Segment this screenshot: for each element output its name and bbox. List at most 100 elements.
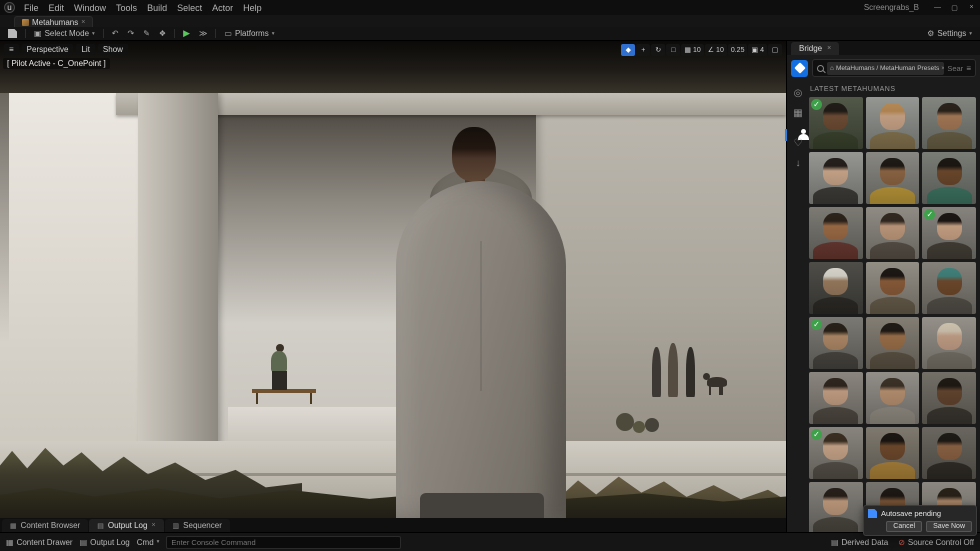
- metahuman-thumbnail[interactable]: [922, 262, 976, 314]
- grid-snap-button[interactable]: ▦10: [681, 44, 703, 56]
- viewport-options-button[interactable]: ≡: [4, 44, 19, 55]
- redo-button[interactable]: ↷: [124, 28, 139, 40]
- select-tool-button[interactable]: ◆: [621, 44, 635, 56]
- menu-item-window[interactable]: Window: [69, 3, 111, 13]
- gear-icon: ⚙: [927, 29, 934, 39]
- close-icon[interactable]: ×: [963, 4, 980, 11]
- bridge-body: ◎ ▦ ♡ ↓ LATEST METAHUMANS ✓✓✓✓: [787, 81, 980, 532]
- metahuman-thumbnail[interactable]: [809, 482, 863, 532]
- metahuman-thumbnail[interactable]: [866, 207, 920, 259]
- menu-item-file[interactable]: File: [19, 3, 44, 13]
- scale-snap-button[interactable]: 0.25: [728, 44, 748, 56]
- scale-tool-button[interactable]: □: [666, 44, 680, 56]
- metahuman-thumbnail[interactable]: [809, 262, 863, 314]
- bridge-logo-icon[interactable]: [791, 60, 808, 77]
- camera-icon: ▣: [751, 46, 758, 54]
- metahuman-thumbnail[interactable]: [866, 152, 920, 204]
- metahuman-thumbnail[interactable]: [866, 97, 920, 149]
- metahuman-thumbnail[interactable]: [866, 262, 920, 314]
- menu-item-tools[interactable]: Tools: [111, 3, 142, 13]
- tab-metahumans[interactable]: Metahumans ×: [14, 16, 93, 27]
- home-nav-icon[interactable]: ◎: [792, 89, 804, 99]
- lit-label: Lit: [81, 45, 89, 54]
- bridge-search-box[interactable]: ⌂ MetaHumans / MetaHuman Presets × ≡: [812, 59, 976, 77]
- unreal-editor-window: u File Edit Window Tools Build Select Ac…: [0, 0, 980, 551]
- metahuman-thumbnail[interactable]: ✓: [922, 207, 976, 259]
- favorites-nav-icon[interactable]: ♡: [792, 139, 804, 149]
- filter-icon[interactable]: ≡: [966, 64, 971, 73]
- menu-item-edit[interactable]: Edit: [44, 3, 70, 13]
- pilot-active-label: [ Pilot Active - C_OnePoint ]: [3, 58, 110, 69]
- tab-close-icon[interactable]: ×: [81, 19, 85, 26]
- metahuman-thumbnail[interactable]: [922, 427, 976, 479]
- browse-nav-icon[interactable]: ▦: [792, 109, 804, 119]
- tab-content-browser[interactable]: ▦ Content Browser: [2, 519, 88, 532]
- camera-speed-button[interactable]: ▣4: [748, 44, 767, 56]
- tab-sequencer[interactable]: ▥ Sequencer: [165, 519, 230, 532]
- metahuman-thumbnail[interactable]: ✓: [809, 317, 863, 369]
- undo-button[interactable]: ↶: [108, 28, 123, 40]
- tab-output-log[interactable]: ▤ Output Log ×: [89, 519, 163, 532]
- output-log-status-label: Output Log: [90, 538, 130, 547]
- play-button[interactable]: ▶: [179, 28, 194, 40]
- lit-dropdown[interactable]: Lit: [76, 44, 94, 55]
- platforms-dropdown[interactable]: ▭ Platforms ▾: [220, 28, 278, 40]
- metahuman-thumbnail[interactable]: [809, 372, 863, 424]
- metahuman-thumbnail[interactable]: ✓: [809, 427, 863, 479]
- source-control-button[interactable]: ⊘ Source Control Off: [898, 538, 974, 547]
- content-drawer-button[interactable]: ▦ Content Drawer: [6, 538, 73, 547]
- skip-button[interactable]: ≫: [195, 28, 211, 40]
- skip-icon: ≫: [199, 29, 207, 39]
- metahuman-thumbnail[interactable]: [866, 427, 920, 479]
- maximize-viewport-button[interactable]: ▢: [768, 44, 782, 56]
- metahuman-thumbnail[interactable]: [922, 152, 976, 204]
- content-drawer-label: Content Drawer: [17, 538, 73, 547]
- move-tool-button[interactable]: +: [636, 44, 650, 56]
- menu-item-help[interactable]: Help: [238, 3, 267, 13]
- autosave-save-now-button[interactable]: Save Now: [926, 521, 972, 532]
- bridge-close-icon[interactable]: ×: [827, 45, 831, 52]
- rotation-snap-button[interactable]: ∠10: [705, 44, 727, 56]
- unreal-logo-icon[interactable]: u: [4, 2, 15, 13]
- console-command-input[interactable]: [166, 536, 401, 549]
- save-button[interactable]: [4, 28, 21, 40]
- shapes-icon: ❖: [159, 29, 166, 39]
- downloads-nav-icon[interactable]: ↓: [792, 159, 804, 169]
- show-dropdown[interactable]: Show: [98, 44, 128, 55]
- maximize-icon[interactable]: ▢: [946, 4, 963, 12]
- autosave-cancel-button[interactable]: Cancel: [886, 521, 922, 532]
- settings-dropdown[interactable]: ⚙ Settings ▾: [923, 28, 976, 40]
- output-log-button[interactable]: ▤ Output Log: [80, 538, 130, 547]
- selected-check-icon: ✓: [811, 99, 822, 110]
- output-log-close-icon[interactable]: ×: [151, 522, 155, 529]
- metahuman-thumbnail[interactable]: [866, 317, 920, 369]
- platforms-label: Platforms: [235, 29, 269, 38]
- brush-tool-button[interactable]: ✎: [139, 28, 154, 40]
- select-mode-dropdown[interactable]: ▣ Select Mode ▾: [30, 28, 99, 40]
- tab-bridge[interactable]: Bridge ×: [791, 42, 839, 55]
- menu-item-select[interactable]: Select: [172, 3, 207, 13]
- derived-data-button[interactable]: ▤ Derived Data: [831, 538, 888, 547]
- metahuman-thumbnail[interactable]: [922, 97, 976, 149]
- metahuman-thumbnail[interactable]: [922, 372, 976, 424]
- level-viewport[interactable]: ≡ Perspective Lit Show [ Pilot Active - …: [0, 41, 786, 518]
- menu-item-actor[interactable]: Actor: [207, 3, 238, 13]
- search-input[interactable]: [947, 64, 963, 73]
- metahuman-thumbnail[interactable]: [866, 372, 920, 424]
- minimize-icon[interactable]: —: [929, 4, 946, 11]
- cmd-dropdown[interactable]: Cmd ▾: [137, 538, 160, 547]
- content-browser-label: Content Browser: [21, 521, 81, 530]
- project-name: Screengrabs_B: [864, 3, 929, 12]
- breadcrumb-clear-icon[interactable]: ×: [941, 65, 944, 72]
- metahuman-thumbnail[interactable]: ✓: [809, 97, 863, 149]
- brush-icon: ✎: [143, 29, 150, 39]
- scene-bushes: [616, 413, 634, 431]
- metahuman-thumbnail[interactable]: [809, 152, 863, 204]
- metahuman-thumbnail[interactable]: [922, 317, 976, 369]
- rotate-tool-button[interactable]: ↻: [651, 44, 665, 56]
- breadcrumb-chip[interactable]: ⌂ MetaHumans / MetaHuman Presets ×: [827, 62, 944, 75]
- perspective-dropdown[interactable]: Perspective: [22, 44, 74, 55]
- menu-item-build[interactable]: Build: [142, 3, 172, 13]
- metahuman-thumbnail[interactable]: [809, 207, 863, 259]
- shapes-tool-button[interactable]: ❖: [155, 28, 170, 40]
